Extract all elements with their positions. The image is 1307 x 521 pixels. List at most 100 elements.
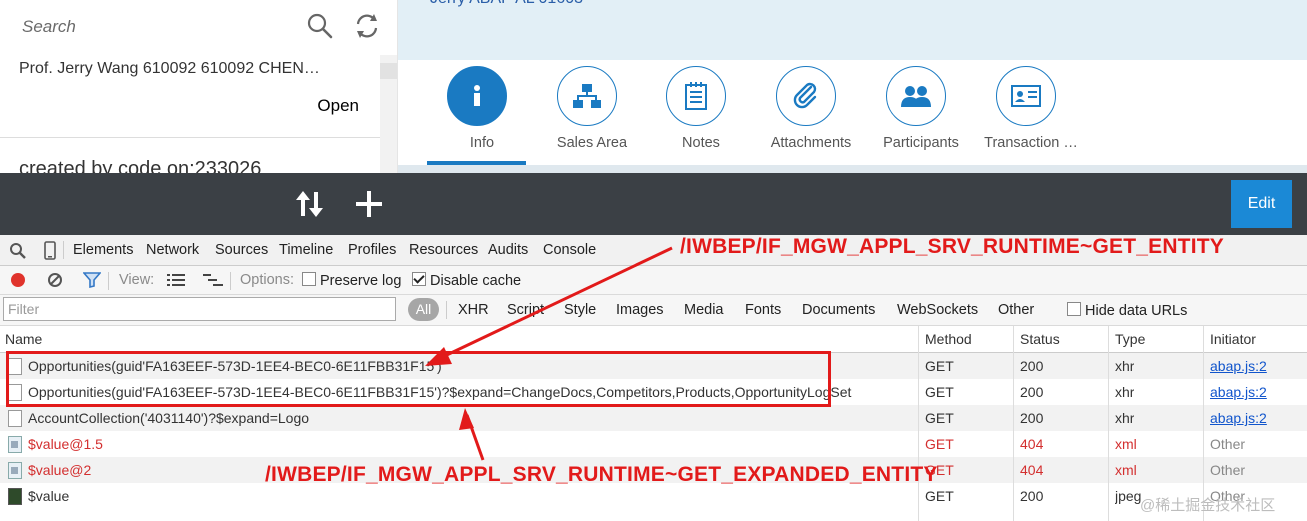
- request-status: 200: [1020, 358, 1044, 374]
- request-type: xhr: [1115, 384, 1135, 400]
- scrollbar[interactable]: [380, 55, 397, 173]
- divider: [108, 272, 109, 290]
- request-method: GET: [925, 410, 954, 426]
- hide-data-urls-checkbox[interactable]: Hide data URLs: [1067, 302, 1187, 319]
- tab-label: Info: [469, 135, 495, 151]
- type-filter-images[interactable]: Images: [616, 302, 664, 318]
- tab-sales-area[interactable]: Sales Area: [537, 60, 647, 167]
- tab-participants[interactable]: Participants: [866, 60, 976, 167]
- request-initiator[interactable]: abap.js:2: [1210, 410, 1267, 426]
- add-icon[interactable]: [352, 187, 386, 221]
- tab-label: Sales Area: [556, 135, 628, 151]
- tab-label: Notes: [682, 135, 720, 151]
- table-row[interactable]: $value@1.5 GET 404 xml Other: [0, 431, 1307, 457]
- tab-label: Participants: [883, 135, 959, 151]
- filter-input[interactable]: [3, 297, 396, 321]
- column-divider: [1013, 326, 1014, 521]
- clear-icon[interactable]: [47, 272, 63, 293]
- request-type: xml: [1115, 462, 1137, 478]
- waterfall-view-icon[interactable]: [203, 273, 223, 292]
- scrollbar-thumb[interactable]: [380, 63, 397, 79]
- checkbox[interactable]: [302, 272, 316, 286]
- type-filter-style[interactable]: Style: [564, 302, 596, 318]
- list-item[interactable]: Prof. Jerry Wang 610092 610092 CHEN… Ope…: [0, 55, 380, 138]
- tab-notes[interactable]: Notes: [646, 60, 756, 167]
- column-header-name[interactable]: Name: [5, 331, 42, 347]
- tab-audits[interactable]: Audits: [488, 242, 528, 258]
- inspect-icon[interactable]: [9, 242, 27, 265]
- file-icon: [8, 410, 22, 427]
- type-filter-other[interactable]: Other: [998, 302, 1034, 318]
- tab-attachments[interactable]: Attachments: [756, 60, 866, 167]
- tab-profiles[interactable]: Profiles: [348, 242, 396, 258]
- device-mode-icon[interactable]: [44, 241, 56, 265]
- filter-icon[interactable]: [82, 272, 102, 293]
- type-filter-websockets[interactable]: WebSockets: [897, 302, 978, 318]
- request-initiator: Other: [1210, 462, 1246, 478]
- type-filter-xhr[interactable]: XHR: [458, 302, 489, 318]
- paperclip-icon: [776, 66, 836, 126]
- highlight-box: [6, 351, 831, 407]
- request-status: 200: [1020, 488, 1044, 504]
- search-icon[interactable]: [306, 12, 334, 40]
- search-bar: [0, 0, 397, 52]
- request-name: $value@1.5: [28, 436, 103, 452]
- record-icon[interactable]: [10, 272, 26, 293]
- list-item-title: Prof. Jerry Wang 610092 610092 CHEN…: [19, 60, 320, 77]
- preserve-log-checkbox[interactable]: Preserve log: [302, 272, 401, 289]
- list-item[interactable]: created by code on:233026: [0, 140, 380, 173]
- filter-bar: All XHR Script Style Images Media Fonts …: [0, 295, 1307, 326]
- column-header-method[interactable]: Method: [925, 331, 972, 347]
- checkbox-label: Hide data URLs: [1085, 303, 1188, 319]
- column-header-type[interactable]: Type: [1115, 331, 1145, 347]
- divider: [230, 272, 231, 290]
- column-header-status[interactable]: Status: [1020, 331, 1060, 347]
- tab-console[interactable]: Console: [543, 242, 596, 258]
- type-filter-script[interactable]: Script: [507, 302, 544, 318]
- notes-icon: [666, 66, 726, 126]
- sort-icon[interactable]: [293, 187, 327, 221]
- checkbox[interactable]: [1067, 302, 1081, 316]
- request-name: $value: [28, 488, 70, 504]
- type-filter-all[interactable]: All: [408, 298, 439, 321]
- request-initiator[interactable]: abap.js:2: [1210, 358, 1267, 374]
- tab-label: Transaction …: [984, 135, 1078, 151]
- tab-transaction[interactable]: Transaction …: [976, 60, 1086, 167]
- icon-tab-bar: Info Sales Area Notes Attachments Partic…: [398, 60, 1307, 167]
- request-status: 200: [1020, 410, 1044, 426]
- info-icon: [447, 66, 507, 126]
- list-view-icon[interactable]: [167, 273, 185, 292]
- table-row[interactable]: AccountCollection('4031140')?$expand=Log…: [0, 405, 1307, 431]
- network-toolbar: View: Options: Preserve log Disable cach…: [0, 266, 1307, 295]
- column-divider: [1203, 326, 1204, 521]
- tab-timeline[interactable]: Timeline: [279, 242, 333, 258]
- request-initiator: Other: [1210, 436, 1246, 452]
- tab-resources[interactable]: Resources: [409, 242, 478, 258]
- tab-elements[interactable]: Elements: [73, 242, 133, 258]
- business-card-icon: [996, 66, 1056, 126]
- search-input[interactable]: [20, 14, 294, 40]
- tab-network[interactable]: Network: [146, 242, 199, 258]
- annotation-get-entity: /IWBEP/IF_MGW_APPL_SRV_RUNTIME~GET_ENTIT…: [680, 235, 1224, 258]
- column-header-initiator[interactable]: Initiator: [1210, 331, 1256, 347]
- divider: [63, 241, 64, 259]
- type-filter-documents[interactable]: Documents: [802, 302, 875, 318]
- annotation-get-expanded-entity: /IWBEP/IF_MGW_APPL_SRV_RUNTIME~GET_EXPAN…: [265, 463, 938, 486]
- type-filter-fonts[interactable]: Fonts: [745, 302, 781, 318]
- request-initiator[interactable]: abap.js:2: [1210, 384, 1267, 400]
- type-filter-media[interactable]: Media: [684, 302, 724, 318]
- view-label: View:: [119, 272, 155, 288]
- footer-toolbar: Edit: [0, 173, 1307, 235]
- edit-button[interactable]: Edit: [1231, 180, 1292, 228]
- request-method: GET: [925, 384, 954, 400]
- refresh-icon[interactable]: [353, 12, 381, 40]
- disable-cache-checkbox[interactable]: Disable cache: [412, 272, 521, 289]
- object-header-title: Jerry ABAP AL 01603: [430, 0, 583, 8]
- request-type: xhr: [1115, 358, 1135, 374]
- request-method: GET: [925, 488, 954, 504]
- checkbox[interactable]: [412, 272, 426, 286]
- list-item-status: Open: [317, 96, 359, 115]
- tab-sources[interactable]: Sources: [215, 242, 268, 258]
- tab-info[interactable]: Info: [427, 60, 537, 167]
- checkbox-label: Preserve log: [320, 273, 402, 289]
